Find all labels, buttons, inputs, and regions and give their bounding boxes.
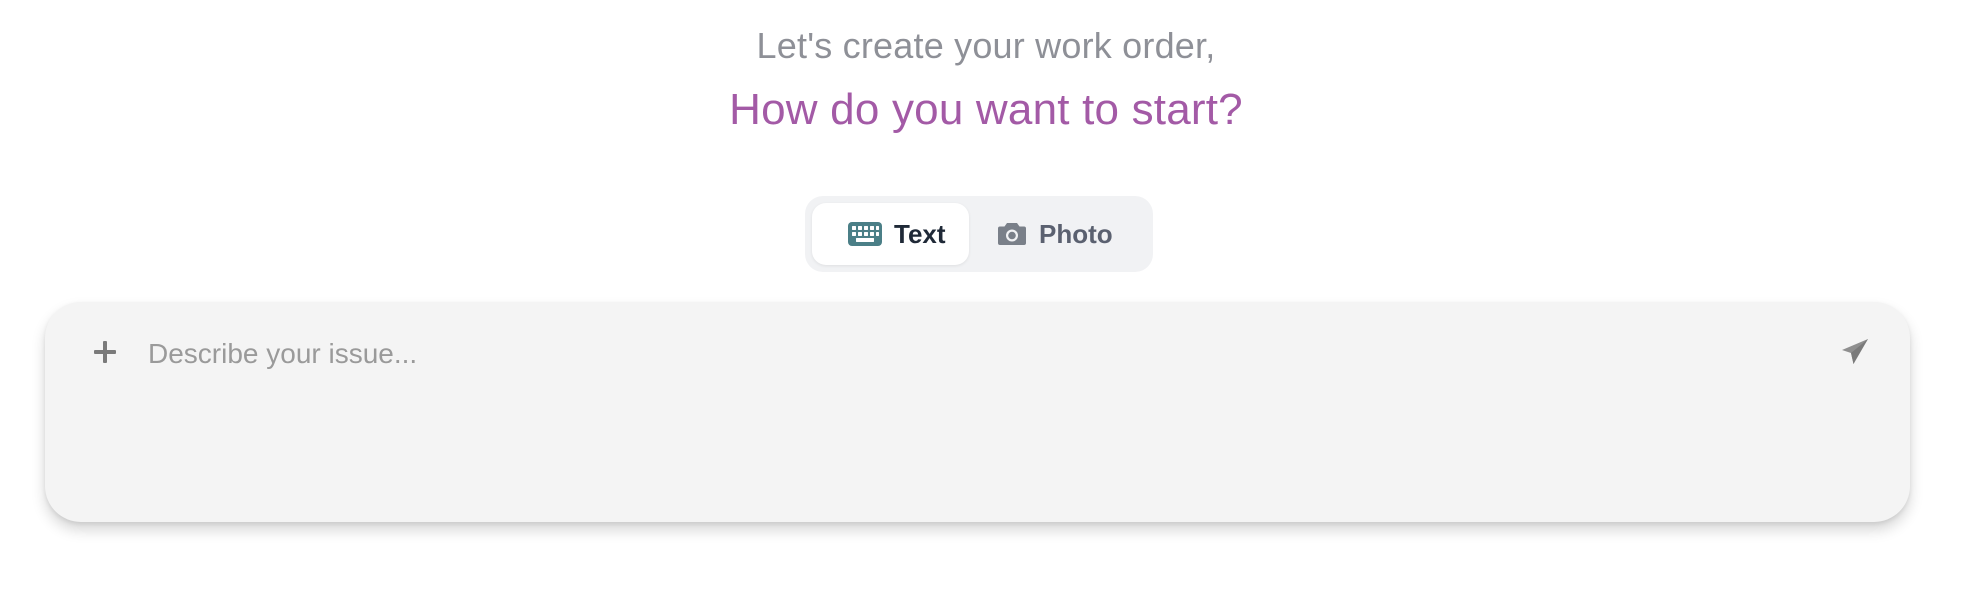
issue-description-input[interactable]: [148, 332, 1708, 376]
send-button[interactable]: [1833, 332, 1877, 376]
mode-option-photo-label: Photo: [1039, 218, 1113, 249]
greeting-text: Let's create your work order,: [756, 25, 1216, 66]
issue-composer: [45, 302, 1910, 522]
send-icon: [1840, 337, 1870, 372]
input-mode-toggle: Text Photo: [805, 196, 1153, 272]
mode-option-text[interactable]: Text: [812, 203, 969, 265]
page-title: How do you want to start?: [729, 85, 1243, 134]
camera-icon: [997, 221, 1027, 247]
mode-option-photo[interactable]: Photo: [997, 203, 1147, 265]
plus-icon: [93, 340, 117, 369]
attach-button[interactable]: [83, 332, 127, 376]
work-order-start-page: Let's create your work order, How do you…: [0, 0, 1972, 606]
keyboard-icon: [848, 222, 882, 246]
mode-option-text-label: Text: [894, 218, 946, 249]
